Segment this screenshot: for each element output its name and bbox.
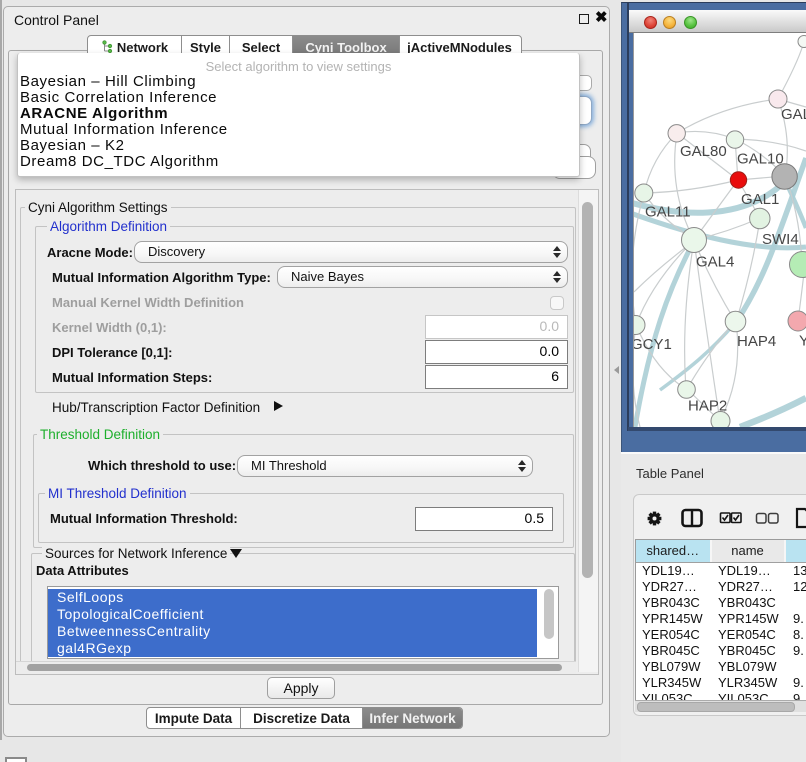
svg-text:GAL7: GAL7: [781, 106, 806, 123]
svg-text:GCY1: GCY1: [634, 336, 672, 353]
svg-text:HAP2: HAP2: [688, 398, 727, 415]
svg-text:GAL1: GAL1: [741, 191, 779, 208]
svg-text:GAL80: GAL80: [680, 143, 727, 160]
svg-text:HAP4: HAP4: [737, 333, 776, 350]
svg-text:SWI4: SWI4: [762, 231, 799, 248]
svg-text:GAL10: GAL10: [737, 151, 784, 168]
svg-text:GAL11: GAL11: [645, 204, 691, 221]
svg-text:GAL4: GAL4: [696, 254, 734, 271]
svg-text:Y: Y: [799, 333, 806, 350]
